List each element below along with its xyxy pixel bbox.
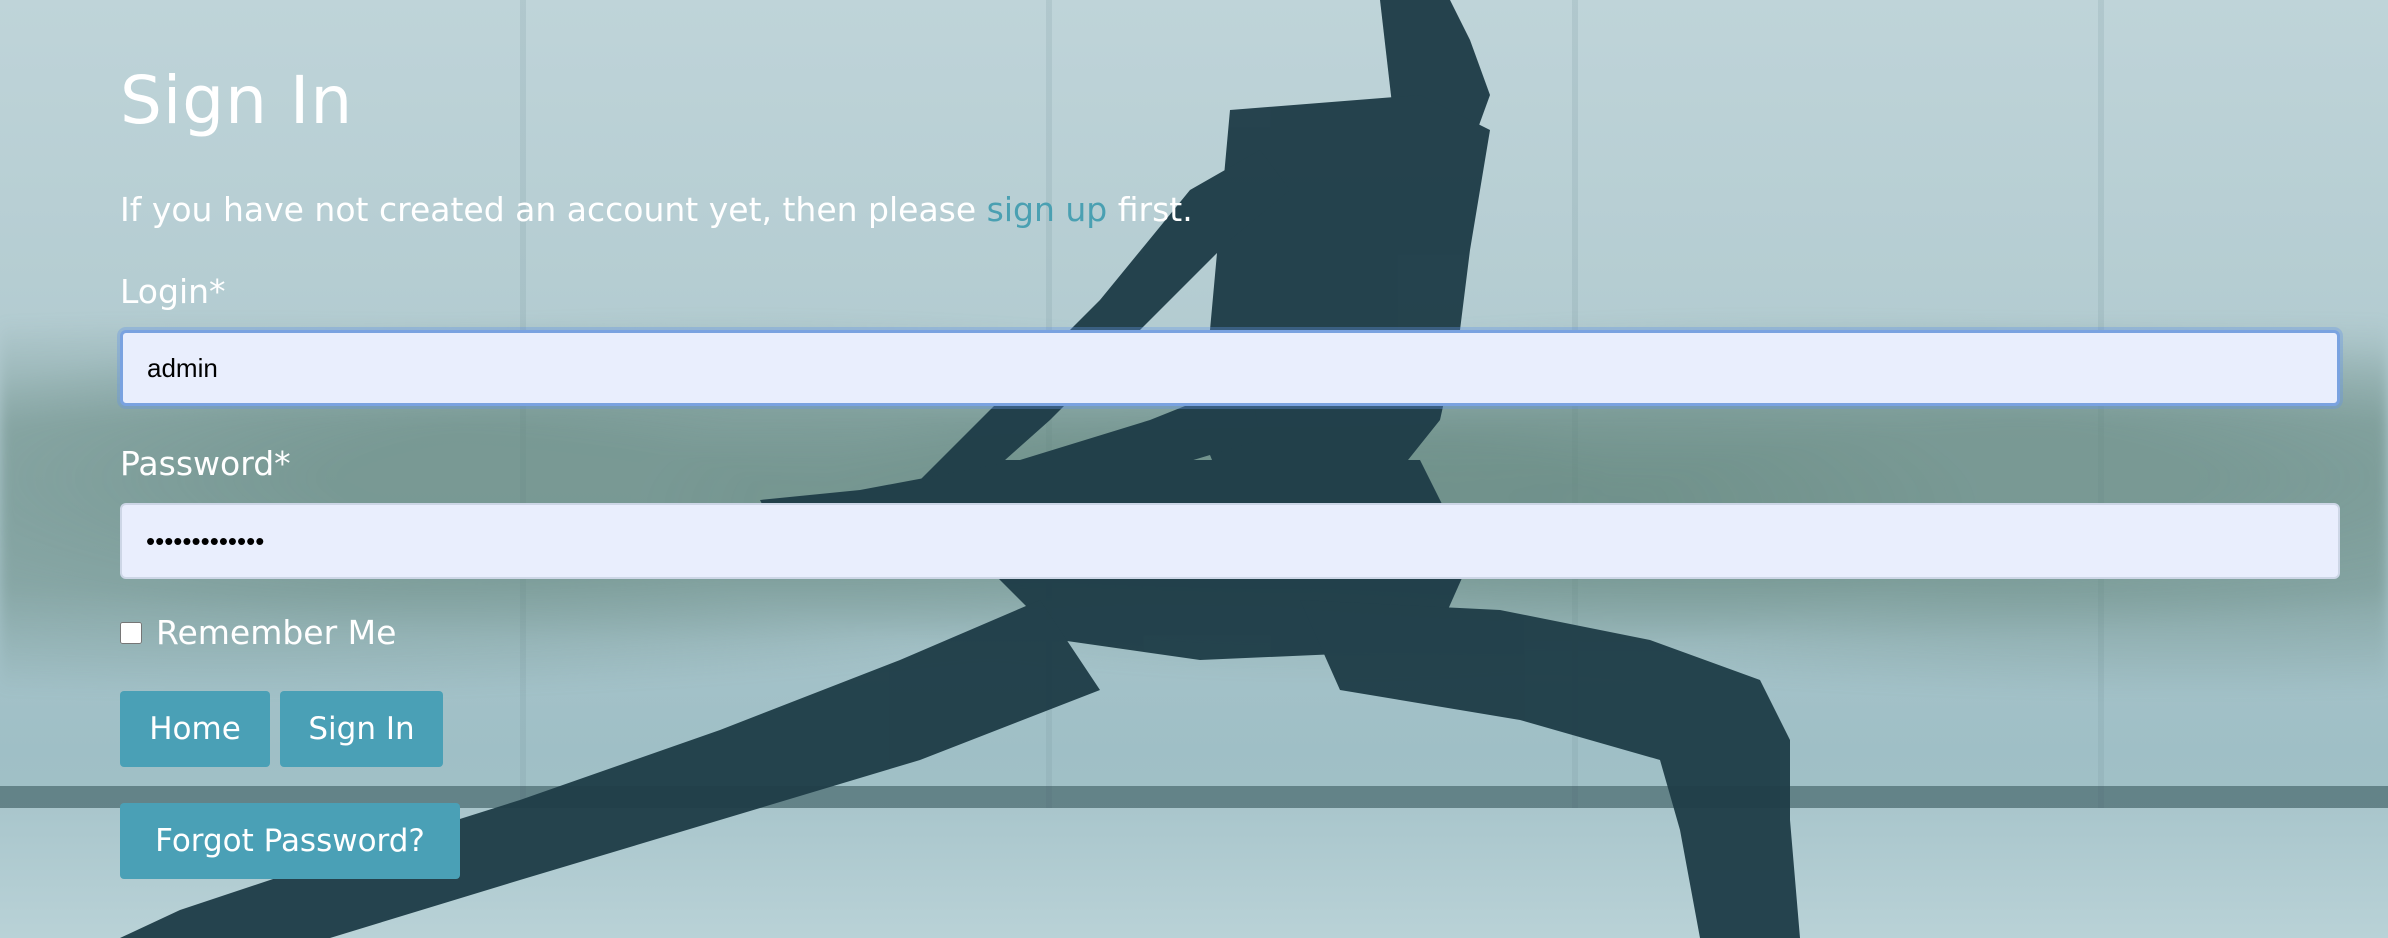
password-input[interactable] [120, 503, 2340, 579]
login-label: Login* [120, 272, 226, 311]
sign-up-link[interactable]: sign up [987, 190, 1108, 229]
sign-in-page: Sign In If you have not created an accou… [0, 0, 2388, 938]
signup-prompt-after: first. [1107, 190, 1193, 229]
yoga-silhouette-icon [120, 0, 1800, 938]
remember-me-checkbox[interactable] [120, 621, 142, 644]
remember-me-label: Remember Me [156, 613, 397, 652]
sign-in-button[interactable]: Sign In [280, 691, 443, 767]
forgot-password-button[interactable]: Forgot Password? [120, 803, 460, 879]
signup-prompt-before: If you have not created an account yet, … [120, 190, 987, 229]
page-title: Sign In [120, 62, 354, 139]
password-label: Password* [120, 444, 291, 483]
signup-prompt: If you have not created an account yet, … [120, 190, 1193, 229]
remember-me-row: Remember Me [120, 613, 396, 652]
home-button[interactable]: Home [120, 691, 270, 767]
login-input[interactable] [120, 330, 2340, 406]
